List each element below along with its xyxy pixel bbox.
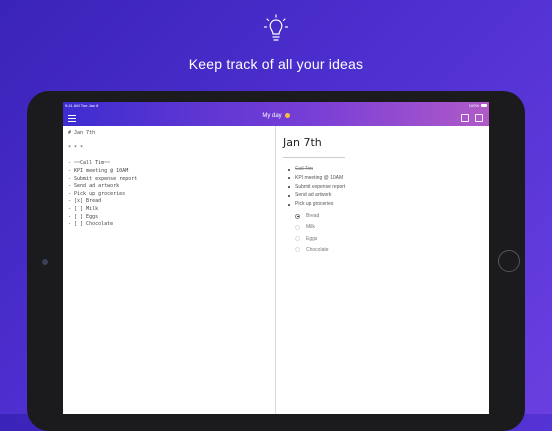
- markdown-editor[interactable]: # Jan 7th * * * - ~~Call Tim~~ - KPI mee…: [68, 130, 268, 229]
- checkbox[interactable]: [295, 236, 300, 242]
- checklist-label: Chocolate: [306, 246, 329, 253]
- preview-title: Jan 7th: [283, 136, 322, 149]
- editor-line: - [ ] Milk: [68, 205, 99, 212]
- home-button: [498, 250, 520, 272]
- checkbox[interactable]: [295, 247, 300, 253]
- calendar-icon[interactable]: [461, 114, 469, 122]
- bullet-list: Call Tim KPI meeting @ 10AM Submit expen…: [287, 165, 345, 209]
- checklist-label: Bread: [306, 213, 320, 219]
- editor-line: - Pick up groceries: [68, 190, 126, 197]
- checklist-item[interactable]: Chocolate: [295, 245, 329, 256]
- checklist-item[interactable]: Milk: [295, 222, 329, 233]
- editor-line: - Submit expense report: [68, 175, 138, 182]
- checklist: Bread Milk Eggs Chocolate: [295, 211, 329, 256]
- nav-bar: My day: [63, 110, 489, 126]
- app-screen: 9:41 AM Tue Jan 8 100% My day # Jan 7th …: [63, 102, 489, 414]
- sun-icon: [284, 113, 290, 118]
- split-divider[interactable]: [275, 126, 276, 414]
- checklist-item[interactable]: Bread: [295, 211, 329, 222]
- checklist-item[interactable]: Eggs: [295, 234, 329, 245]
- list-item-text: Send ad artwork: [295, 192, 332, 199]
- battery-icon: [481, 104, 487, 107]
- list-item-text: Call Tim: [295, 166, 314, 172]
- camera: [42, 259, 48, 265]
- expand-icon[interactable]: [475, 114, 483, 122]
- checkbox[interactable]: [295, 224, 300, 230]
- editor-line: - Send ad artwork: [68, 183, 120, 190]
- horizontal-rule: [283, 157, 345, 158]
- status-signal: 100%: [468, 103, 479, 108]
- editor-line: - KPI meeting @ 10AM: [68, 167, 129, 174]
- headline: Keep track of all your ideas: [188, 56, 364, 72]
- list-item-text: KPI meeting @ 10AM: [295, 174, 344, 181]
- list-item-text: Submit expense report: [295, 183, 346, 190]
- editor-line: - [ ] Chocolate: [68, 221, 114, 228]
- nav-title: My day: [63, 113, 489, 119]
- list-item: Pick up groceries: [287, 200, 345, 209]
- list-item-text: Pick up groceries: [295, 201, 334, 208]
- status-time: 9:41 AM Tue Jan 8: [65, 103, 99, 108]
- lightbulb-icon: [264, 14, 288, 41]
- nav-title-text: My day: [262, 113, 282, 120]
- list-item: KPI meeting @ 10AM: [287, 174, 345, 183]
- editor-line: - [ ] Eggs: [68, 213, 99, 220]
- editor-line: * * *: [68, 145, 84, 152]
- list-item: Send ad artwork: [287, 191, 345, 200]
- checkbox[interactable]: [295, 213, 300, 219]
- editor-line: # Jan 7th: [68, 130, 96, 136]
- checklist-label: Milk: [306, 224, 315, 231]
- status-bar: 9:41 AM Tue Jan 8 100%: [63, 102, 489, 110]
- checklist-label: Eggs: [306, 235, 318, 242]
- list-item: Submit expense report: [287, 183, 345, 192]
- list-item: Call Tim: [287, 165, 345, 174]
- editor-line: - [x] Bread: [68, 198, 102, 205]
- editor-line: - ~~Call Tim~~: [68, 160, 111, 167]
